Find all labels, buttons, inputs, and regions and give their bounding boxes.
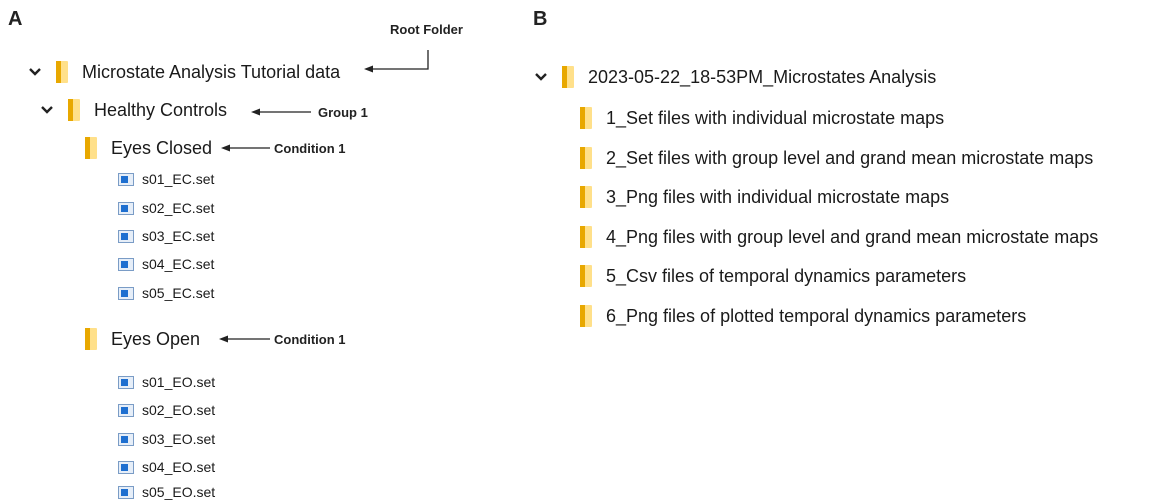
arrowhead-group-1 — [251, 108, 260, 116]
folder-icon — [580, 265, 592, 287]
arrow-root-folder — [370, 50, 429, 70]
arrowhead-condition-open — [219, 335, 228, 343]
folder-icon — [580, 226, 592, 248]
tree-b-folder-label: 5_Csv files of temporal dynamics paramet… — [606, 265, 967, 286]
tree-b-folder-label: 3_Png files with individual microstate m… — [606, 186, 950, 207]
annotation-condition-1-open: Condition 1 — [274, 332, 346, 347]
annotation-group-1: Group 1 — [318, 105, 368, 120]
tree-b-folder-label: 6_Png files of plotted temporal dynamics… — [606, 305, 1027, 326]
tree-b-folder-3[interactable]: 3_Png files with individual microstate m… — [580, 184, 949, 210]
folder-icon — [580, 107, 592, 129]
tree-b-folder-6[interactable]: 6_Png files of plotted temporal dynamics… — [580, 303, 1026, 329]
tree-b-folder-2[interactable]: 2_Set files with group level and grand m… — [580, 145, 1093, 171]
folder-icon — [580, 305, 592, 327]
arrowhead-condition-closed — [221, 144, 230, 152]
tree-b-folder-label: 1_Set files with individual microstate m… — [606, 107, 945, 128]
folder-icon — [580, 147, 592, 169]
annotation-condition-1-closed: Condition 1 — [274, 141, 346, 156]
chevron-down-icon[interactable] — [534, 72, 548, 82]
folder-icon — [580, 186, 592, 208]
arrowhead-root-folder — [364, 65, 373, 73]
tree-b-root-label: 2023-05-22_18-53PM_Microstates Analysis — [588, 66, 937, 87]
tree-b-folder-5[interactable]: 5_Csv files of temporal dynamics paramet… — [580, 263, 966, 289]
tree-b-folder-1[interactable]: 1_Set files with individual microstate m… — [580, 105, 944, 131]
tree-b-folder-label: 4_Png files with group level and grand m… — [606, 226, 1099, 247]
folder-icon — [562, 66, 574, 88]
tree-b-root[interactable]: 2023-05-22_18-53PM_Microstates Analysis — [534, 64, 936, 90]
tree-b-folder-label: 2_Set files with group level and grand m… — [606, 147, 1094, 168]
tree-b-folder-4[interactable]: 4_Png files with group level and grand m… — [580, 224, 1098, 250]
